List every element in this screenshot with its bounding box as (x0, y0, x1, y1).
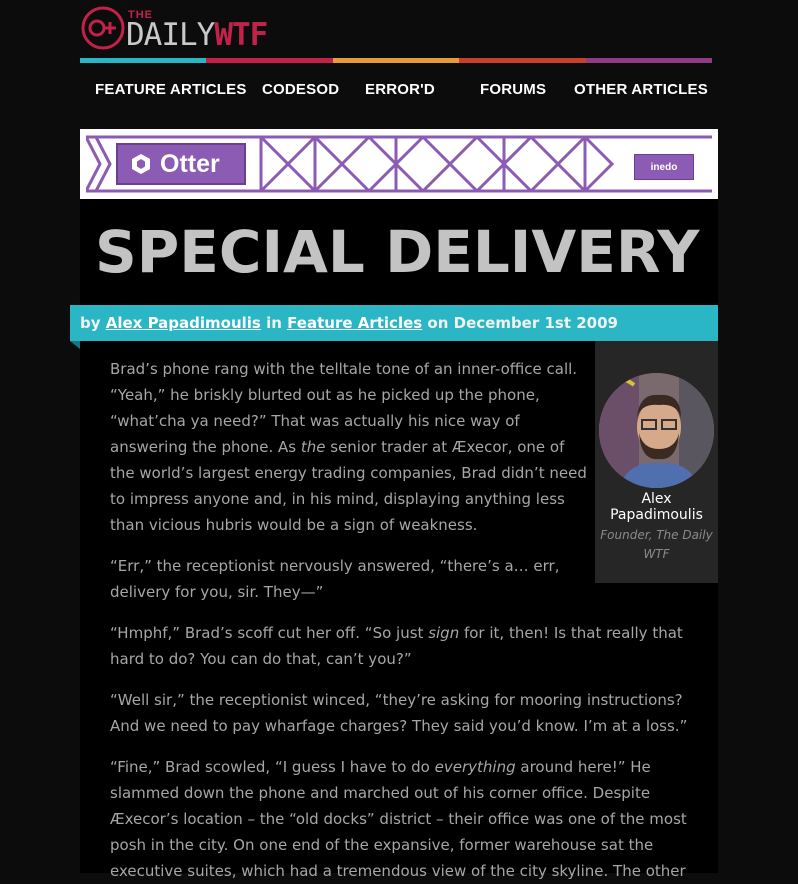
main-nav: FEATURE ARTICLES CODESOD ERROR'D FORUMS … (80, 76, 712, 106)
p1-line-4b: senior trader at Æxecor, one of (325, 438, 565, 456)
header-color-bar (80, 58, 713, 63)
p5-line-4: posh in the city. On one end of the expa… (110, 836, 654, 854)
author-name: Alex Papadimoulis (610, 491, 703, 523)
author-avatar-image (599, 373, 714, 488)
otter-hex-icon (132, 154, 150, 174)
page: THE DAILYWTF FEATURE ARTICLES CODESOD ER… (0, 0, 798, 880)
color-bar-segment-teal (80, 58, 207, 63)
logo-daily-text: DAILY (126, 17, 215, 53)
article-paragraph-3: “Hmphf,” Brad’s scoff cut her off. “So j… (110, 620, 683, 672)
p1-line-3: “what’cha ya need?” That was actually hi… (110, 412, 520, 430)
p4-line-2: And we need to pay wharfage charges? The… (110, 717, 688, 735)
ad-pattern: Otter inedo (84, 135, 712, 193)
article-paragraph-4: “Well sir,” the receptionist winced, “th… (110, 687, 687, 739)
ad-brand-label: Otter (160, 149, 220, 178)
p5-line-1-emphasis: everything (434, 758, 516, 776)
p5-line-3: Æxecor’s location – the “old docks” dist… (110, 810, 687, 828)
article-paragraph-2: “Err,” the receptionist nervously answer… (110, 553, 560, 605)
p3-line-1-emphasis: sign (428, 624, 460, 642)
color-bar-segment-red (206, 58, 333, 63)
p1-line-1: Brad’s phone rang with the telltale tone… (110, 360, 578, 378)
byline-in: in (266, 314, 282, 332)
nav-errord[interactable]: ERROR'D (365, 81, 435, 98)
color-bar-segment-purple (585, 58, 713, 63)
logo-wtf-text: WTF (214, 17, 268, 53)
nav-feature-articles[interactable]: FEATURE ARTICLES (95, 81, 247, 98)
author-role: Founder, The Daily WTF (600, 528, 713, 561)
p3-line-2: hard to do? You can do that, can’t you?” (110, 650, 412, 668)
ad-banner[interactable]: Otter inedo (80, 129, 718, 199)
p5-line-1a: “Fine,” Brad scowled, “I guess I have to… (110, 758, 435, 776)
p2-line-2: delivery for you, sir. They—” (110, 583, 324, 601)
ad-otter-badge[interactable]: Otter (116, 143, 246, 185)
p4-line-1: “Well sir,” the receptionist winced, “th… (110, 691, 683, 709)
ad-inedo-badge[interactable]: inedo (634, 154, 694, 180)
p5-line-5: executive suites, which had a tremendous… (110, 862, 686, 880)
nav-codesod[interactable]: CODESOD (262, 81, 339, 98)
nav-other-articles[interactable]: OTHER ARTICLES (574, 81, 708, 98)
p1-line-4a: answering the phone. As (110, 438, 301, 456)
p5-line-2: slammed down the phone and marched out o… (110, 784, 651, 802)
byline-text: by Alex Papadimoulis in Feature Articles… (80, 314, 618, 332)
p3-line-1a: “Hmphf,” Brad’s scoff cut her off. “So j… (110, 624, 429, 642)
p1-line-7: than vicious hubris would be a sign of w… (110, 516, 478, 534)
author-avatar[interactable] (599, 373, 714, 488)
nav-forums[interactable]: FORUMS (480, 81, 546, 98)
byline-fold (70, 341, 80, 349)
byline-category-link[interactable]: Feature Articles (287, 314, 422, 332)
p1-line-6: to impress anyone and, in his mind, disp… (110, 490, 565, 508)
color-bar-segment-orange (332, 58, 460, 63)
site-logo[interactable]: THE DAILYWTF (80, 5, 340, 53)
wtf-logo-icon (81, 6, 125, 50)
p1-line-5: the world’s largest energy trading compa… (110, 464, 587, 482)
article-paragraph-5: “Fine,” Brad scowled, “I guess I have to… (110, 754, 687, 884)
byline-date: on December 1st 2009 (427, 314, 618, 332)
article-paragraph-1: Brad’s phone rang with the telltale tone… (110, 356, 587, 538)
byline-author-link[interactable]: Alex Papadimoulis (106, 314, 261, 332)
article-title: SPECIAL DELIVERY (95, 218, 700, 286)
p5-line-1b: around here!” He (515, 758, 651, 776)
author-box: Alex Papadimoulis Founder, The Daily WTF (595, 341, 718, 583)
ad-sponsor-label: inedo (650, 161, 678, 173)
p1-line-2: “Yeah,” he briskly blurted out as he pic… (110, 386, 540, 404)
p3-line-1b: for it, then! Is that really that (459, 624, 683, 642)
p1-line-4-emphasis: the (300, 438, 326, 456)
logo-wordmark: DAILYWTF (126, 17, 268, 53)
byline-by: by (80, 314, 101, 332)
article-byline: by Alex Papadimoulis in Feature Articles… (70, 305, 718, 341)
p2-line-1: “Err,” the receptionist nervously answer… (110, 557, 560, 575)
color-bar-segment-rust (459, 58, 586, 63)
